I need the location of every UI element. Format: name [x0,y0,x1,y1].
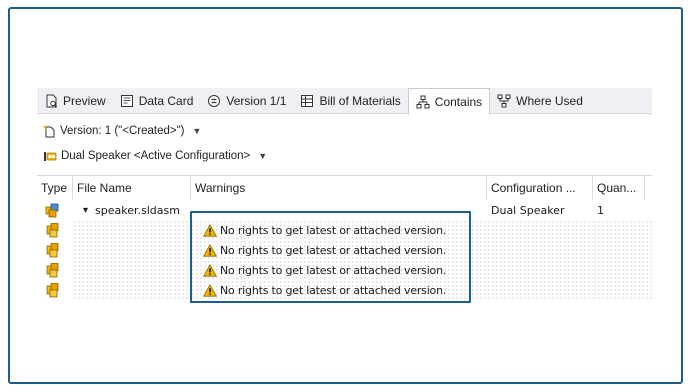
column-header-quantity[interactable]: Quan... [593,176,645,200]
warning-cell: No rights to get latest or attached vers… [191,240,487,260]
tab-label: Preview [63,94,106,108]
quantity-cell [593,220,652,240]
warning-icon [203,263,217,277]
configuration-selector[interactable]: Dual Speaker <Active Configuration> ▼ [43,147,267,165]
configuration-selector-label: Dual Speaker <Active Configuration> [61,150,251,162]
type-cell [41,280,71,300]
configuration-cell [487,260,593,280]
tab-label: Data Card [138,94,194,108]
part-icon [46,283,59,298]
column-header-type[interactable]: Type [37,176,73,200]
version-selector-label: Version: 1 ("<Created>") [60,125,185,137]
table-row[interactable]: No rights to get latest or attached vers… [37,280,652,300]
table-row[interactable]: No rights to get latest or attached vers… [37,240,652,260]
configuration-cell: Dual Speaker [491,203,565,217]
tab-label: Where Used [516,94,583,108]
version-selector[interactable]: Version: 1 ("<Created>") ▼ [43,122,201,140]
part-icon [46,223,59,238]
table-row[interactable]: ▾ speaker.sldasm Dual Speaker 1 [37,200,652,220]
type-cell [41,200,71,220]
type-cell [41,240,71,260]
warning-icon [203,243,217,257]
assembly-icon [45,203,59,218]
tab-preview[interactable]: Preview [37,88,113,114]
chevron-down-icon[interactable]: ▼ [193,126,202,136]
file-name-cell [73,220,191,240]
tab-label: Bill of Materials [319,94,401,108]
table-row[interactable]: No rights to get latest or attached vers… [37,260,652,280]
warning-icon [203,223,217,237]
data-card-icon [120,95,133,107]
warning-cell: No rights to get latest or attached vers… [191,260,487,280]
file-name-cell [73,240,191,260]
tab-version[interactable]: Version 1/1 [200,88,293,114]
tab-bar: Preview Data Card Version 1/1 Bill of Ma… [37,88,652,115]
type-cell [41,260,71,280]
expand-collapse-icon[interactable]: ▾ [83,205,88,216]
tab-contains[interactable]: Contains [407,88,491,115]
bill-of-materials-icon [301,95,314,107]
configuration-cell [487,280,593,300]
part-icon [46,243,59,258]
quantity-cell [593,260,652,280]
file-name-cell [73,280,191,300]
tab-where-used[interactable]: Where Used [490,88,590,114]
tab-data-card[interactable]: Data Card [113,88,201,114]
version-selector-icon [43,125,55,137]
warning-icon [203,283,217,297]
column-header-warnings[interactable]: Warnings [191,176,487,200]
chevron-down-icon[interactable]: ▼ [258,151,267,161]
warning-cell: No rights to get latest or attached vers… [191,280,487,300]
tab-label: Version 1/1 [226,94,287,108]
column-header-file-name[interactable]: File Name [73,176,191,200]
preview-icon [46,94,58,108]
part-icon [46,263,59,278]
quantity-cell [593,280,652,300]
where-used-icon [497,94,511,108]
file-name-cell: ▾ speaker.sldasm [83,203,180,217]
column-header-configuration[interactable]: Configuration ... [487,176,593,200]
configuration-cell [487,220,593,240]
warning-cell: No rights to get latest or attached vers… [191,220,487,240]
version-icon [208,95,221,107]
configuration-icon [44,151,57,161]
warning-cell [191,200,487,220]
configuration-cell [487,240,593,260]
quantity-cell [593,240,652,260]
quantity-cell: 1 [597,203,604,217]
type-cell [41,220,71,240]
tab-label: Contains [434,94,483,109]
contains-icon [416,95,430,108]
tab-bill-of-materials[interactable]: Bill of Materials [293,88,407,114]
contains-table: Type File Name Warnings Configuration ..… [37,175,652,300]
table-row[interactable]: No rights to get latest or attached vers… [37,220,652,240]
file-name-cell [73,260,191,280]
file-details-pane: Preview Data Card Version 1/1 Bill of Ma… [37,88,652,303]
